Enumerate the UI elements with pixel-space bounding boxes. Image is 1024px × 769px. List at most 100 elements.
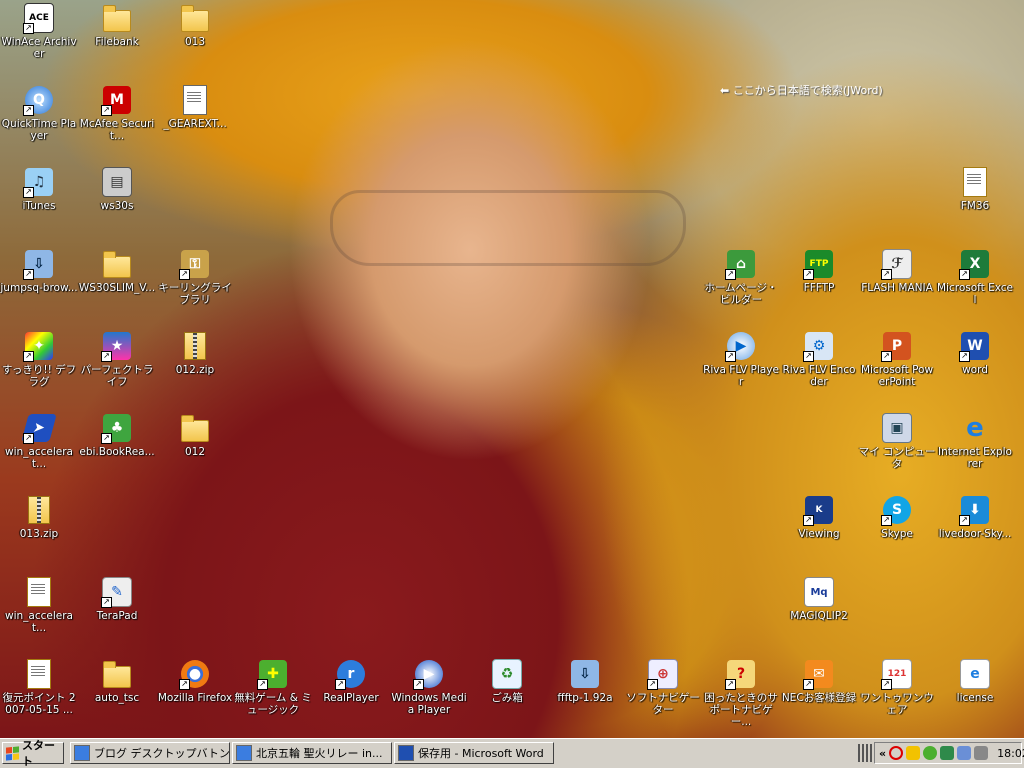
task-button-word[interactable]: 保存用 - Microsoft Word: [394, 742, 554, 764]
tray-expand-chevron[interactable]: «: [879, 747, 886, 760]
desktop-icon[interactable]: ⬇ ↗ livedoor-Sky...: [936, 494, 1014, 540]
shortcut-arrow-icon: ↗: [101, 433, 112, 444]
desktop-icon[interactable]: 012.zip: [156, 330, 234, 376]
jword-search-hint[interactable]: ⬅ ここから日本語で検索(JWord): [720, 82, 883, 98]
folder-icon: [101, 658, 133, 690]
desktop-icon[interactable]: _GEAREXT...: [156, 84, 234, 130]
desktop-icon[interactable]: ACE ↗ WinAce Archiver: [0, 2, 78, 60]
installer-icon: ⇩ ↗: [23, 248, 55, 280]
desktop-icon[interactable]: ● ↗ Mozilla Firefox: [156, 658, 234, 704]
desktop-icon-label: 困ったときのサポートナビゲー...: [704, 692, 778, 728]
desktop-icon[interactable]: ♻ ごみ箱: [468, 658, 546, 704]
desktop-icon[interactable]: ⊕ ↗ ソフトナビゲーター: [624, 658, 702, 716]
desktop-icon[interactable]: 012: [156, 412, 234, 458]
network-icon[interactable]: [940, 746, 955, 760]
book-reader-icon: ♣ ↗: [101, 412, 133, 444]
desktop-icon[interactable]: 013.zip: [0, 494, 78, 540]
desktop-icon[interactable]: ? ↗ 困ったときのサポートナビゲー...: [702, 658, 780, 728]
desktop-icon[interactable]: ▣ マイ コンピュータ: [858, 412, 936, 470]
shortcut-arrow-icon: ↗: [803, 679, 814, 690]
shortcut-arrow-icon: ↗: [881, 515, 892, 526]
task-label: 保存用 - Microsoft Word: [418, 747, 544, 760]
windows-logo-icon: [6, 745, 20, 761]
desktop-icon[interactable]: S ↗ Skype: [858, 494, 936, 540]
desktop-icon-label: WinAce Archiver: [1, 36, 77, 60]
desktop-icon[interactable]: ▶ ↗ Windows Media Player: [390, 658, 468, 716]
media-player-icon: ▶ ↗: [413, 658, 445, 690]
shortcut-arrow-icon: ↗: [23, 23, 34, 34]
desktop-icon[interactable]: X ↗ Microsoft Excel: [936, 248, 1014, 306]
desktop-icon[interactable]: ⌂ ↗ ホームページ・ビルダー: [702, 248, 780, 306]
desktop-icon[interactable]: Filebank: [78, 2, 156, 48]
clock[interactable]: 18:02: [997, 747, 1024, 760]
start-button[interactable]: スタート: [2, 739, 64, 768]
accelerator-icon: ➤ ↗: [21, 412, 57, 444]
internet-explorer-icon: e: [966, 413, 984, 443]
desktop-icon[interactable]: Mq MAGIQLIP2: [780, 576, 858, 622]
desktop-icon[interactable]: ▤ ws30s: [78, 166, 156, 212]
desktop-icon[interactable]: auto_tsc: [78, 658, 156, 704]
desktop-icon[interactable]: r ↗ RealPlayer: [312, 658, 390, 704]
display-icon[interactable]: [957, 746, 972, 760]
security-check-icon[interactable]: [923, 746, 938, 760]
desktop-icon[interactable]: ➤ ↗ win_accelerat...: [0, 412, 78, 470]
desktop-icon[interactable]: ⚙ ↗ Riva FLV Encoder: [780, 330, 858, 388]
keyboard-icon[interactable]: [858, 744, 872, 762]
shortcut-arrow-icon: ↗: [959, 269, 970, 280]
desktop-icon[interactable]: ♫ ↗ iTunes: [0, 166, 78, 212]
desktop-icon[interactable]: FTP ↗ FFFTP: [780, 248, 858, 294]
volume-icon[interactable]: [974, 746, 989, 760]
desktop-icon[interactable]: ✎ ↗ TeraPad: [78, 576, 156, 622]
desktop-icon-label: パーフェクトライフ: [80, 364, 154, 388]
task-label: 北京五輪 聖火リレー in...: [256, 747, 383, 760]
shortcut-arrow-icon: ↗: [179, 269, 190, 280]
desktop-icon[interactable]: ♣ ↗ ebi.BookRea...: [78, 412, 156, 458]
desktop-icon[interactable]: W ↗ word: [936, 330, 1014, 376]
desktop-icon[interactable]: Q ↗ QuickTime Player: [0, 84, 78, 142]
desktop-icon[interactable]: K ↗ Viewing: [780, 494, 858, 540]
shortcut-arrow-icon: ↗: [23, 433, 34, 444]
warning-shield-icon[interactable]: [906, 746, 921, 760]
desktop-icon[interactable]: ✚ ↗ 無料ゲーム & ミュージック: [234, 658, 312, 716]
desktop-icon[interactable]: FM36: [936, 166, 1014, 212]
installer-icon: ⇩: [569, 658, 601, 690]
desktop-icon-label: Riva FLV Encoder: [782, 364, 856, 388]
desktop-icon-label: Windows Media Player: [391, 692, 467, 716]
desktop-icon[interactable]: win_accelerat...: [0, 576, 78, 634]
support-navi-icon: ? ↗: [725, 658, 757, 690]
desktop-icon[interactable]: e Internet Explorer: [936, 412, 1014, 470]
desktop[interactable]: ⬅ ここから日本語で検索(JWord) ACE ↗ WinAce Archiver F…: [0, 0, 1024, 738]
desktop-icon[interactable]: ⚿ ↗ キーリングライブラリ: [156, 248, 234, 306]
desktop-icon[interactable]: 復元ポイント 2007-05-15 ...: [0, 658, 78, 716]
desktop-icon[interactable]: e license: [936, 658, 1014, 704]
setup-file-icon: [23, 576, 55, 608]
folder-icon: [101, 2, 133, 34]
start-label: スタート: [22, 739, 56, 768]
desktop-icon-label: 無料ゲーム & ミュージック: [234, 692, 312, 716]
recycle-bin-icon: ♻: [491, 658, 523, 690]
desktop-icon[interactable]: ✦ ↗ すっきり!! デフラグ: [0, 330, 78, 388]
desktop-icon[interactable]: ℱ ↗ FLASH MANIA: [858, 248, 936, 294]
no-entry-icon[interactable]: [889, 746, 904, 760]
desktop-icon-label: _GEAREXT...: [163, 118, 227, 130]
desktop-icon[interactable]: ✉ ↗ NECお客様登録: [780, 658, 858, 704]
shortcut-arrow-icon: ↗: [959, 515, 970, 526]
desktop-icon-label: 012: [184, 446, 206, 458]
desktop-icon[interactable]: ▶ ↗ Riva FLV Player: [702, 330, 780, 388]
desktop-icon[interactable]: WS30SLIM_V...: [78, 248, 156, 294]
desktop-icon[interactable]: ⇩ ffftp-1.92a: [546, 658, 624, 704]
desktop-icon-label: ffftp-1.92a: [557, 692, 613, 704]
desktop-icon[interactable]: M ↗ McAfee Securit...: [78, 84, 156, 142]
desktop-icon[interactable]: ★ ↗ パーフェクトライフ: [78, 330, 156, 388]
desktop-icon[interactable]: 121 ↗ ワントゥワンウェア: [858, 658, 936, 716]
task-button-torch-relay[interactable]: 北京五輪 聖火リレー in...: [232, 742, 392, 764]
desktop-icon[interactable]: 013: [156, 2, 234, 48]
folder-icon: [179, 412, 211, 444]
task-button-blog[interactable]: ブログ デスクトップバトン ...: [70, 742, 230, 764]
desktop-icon[interactable]: P ↗ Microsoft PowerPoint: [858, 330, 936, 388]
desktop-icon-label: Skype: [881, 528, 913, 540]
desktop-icon-label: WS30SLIM_V...: [78, 282, 156, 294]
desktop-icon[interactable]: ⇩ ↗ jumpsq-brow...: [0, 248, 78, 294]
desktop-icon-label: RealPlayer: [323, 692, 379, 704]
zip-icon: [179, 330, 211, 362]
